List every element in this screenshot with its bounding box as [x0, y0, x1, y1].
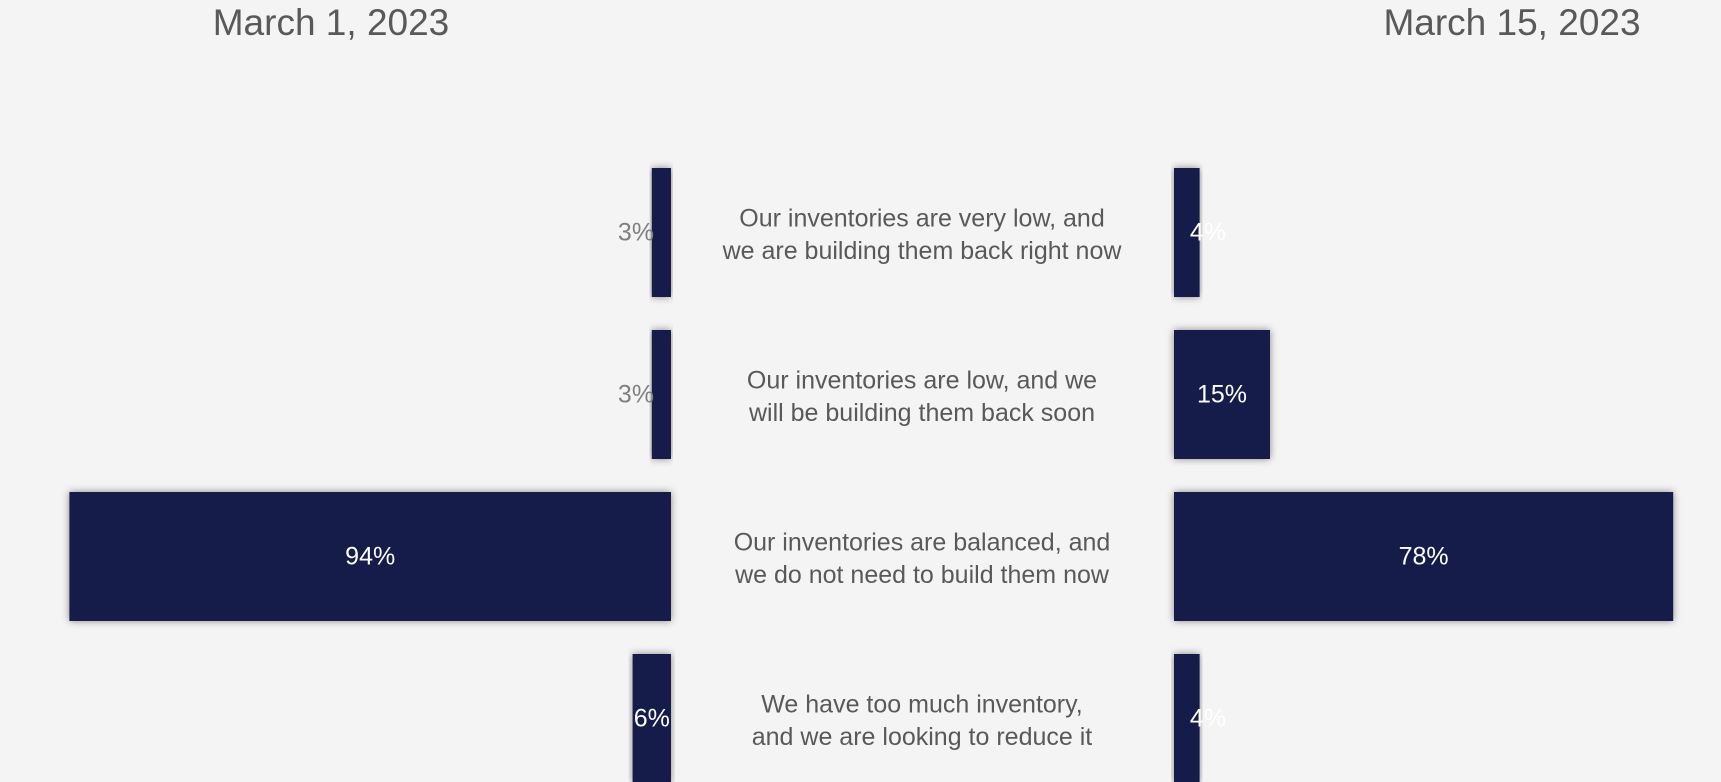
category-label-3: We have too much inventory, and we are lo… — [752, 690, 1093, 751]
category-label-2: Our inventories are balanced, and we do n… — [734, 528, 1111, 589]
left-series-bars — [69, 168, 671, 782]
bar-left-1 — [651, 330, 671, 459]
value-label-left-0: 3% — [618, 219, 654, 247]
category-label-0: Our inventories are very low, and we are … — [722, 204, 1123, 265]
value-label-left-2: 94% — [345, 543, 395, 571]
value-label-right-2: 78% — [1399, 543, 1449, 571]
category-label-1: Our inventories are low, and we will be b… — [747, 366, 1097, 427]
bar-left-0 — [651, 168, 671, 297]
diverging-bar-chart: Our inventories are very low, and we are … — [69, 168, 1674, 782]
category-labels: Our inventories are very low, and we are … — [722, 204, 1123, 751]
value-label-right-0: 4% — [1190, 219, 1226, 247]
value-label-left-1: 3% — [618, 381, 654, 409]
value-label-left-3: 6% — [634, 705, 670, 733]
right-series-bars — [1174, 168, 1674, 782]
value-label-right-1: 15% — [1197, 381, 1247, 409]
value-labels: 3% 4% 3% 15% 94% 78% 6% 4% — [345, 219, 1448, 733]
value-label-right-3: 4% — [1190, 705, 1226, 733]
